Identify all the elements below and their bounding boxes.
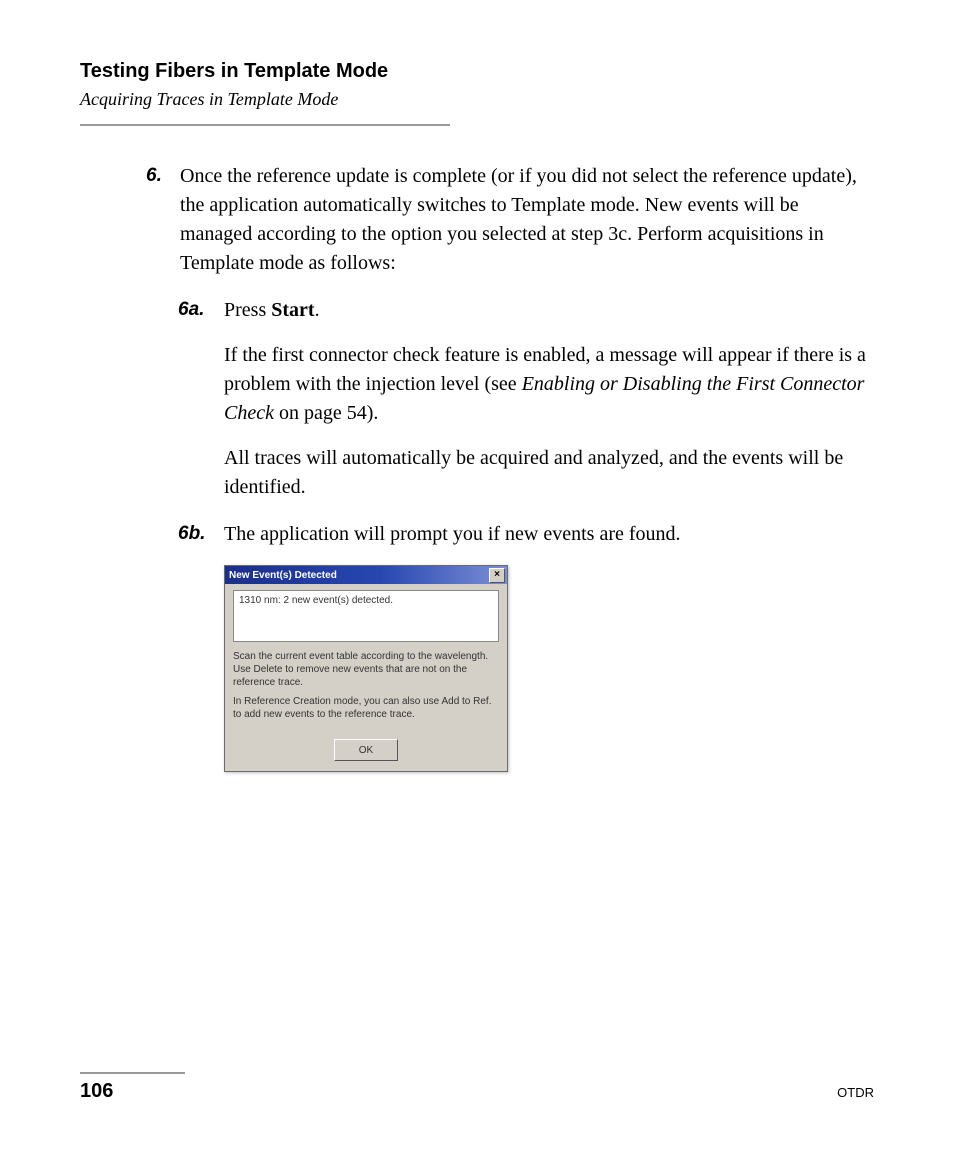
dialog-msg-1: Scan the current event table according t… [233,650,499,689]
dialog-detected-box: 1310 nm: 2 new event(s) detected. [233,590,499,642]
section-title: Acquiring Traces in Template Mode [80,89,874,110]
footer-rule [80,1072,185,1074]
step-6: 6. Once the reference update is complete… [180,162,874,278]
page-number: 106 [80,1080,113,1103]
dialog-title: New Event(s) Detected [229,569,337,582]
close-icon: × [494,570,500,580]
detected-text: 1310 nm: 2 new event(s) detected. [239,595,393,606]
step-6a-para2: If the first connector check feature is … [224,341,874,428]
dialog-body: 1310 nm: 2 new event(s) detected. Scan t… [225,584,507,771]
step-number: 6. [146,162,162,190]
substep-number: 6b. [178,520,205,548]
start-label: Start [271,299,314,321]
footer-row: 106 OTDR [80,1080,874,1103]
ok-label: OK [359,744,373,757]
step-text: Once the reference update is complete (o… [180,162,874,278]
page-footer: 106 OTDR [80,1072,874,1103]
close-button[interactable]: × [489,568,505,583]
page: Testing Fibers in Template Mode Acquirin… [0,0,954,1159]
substeps: 6a. Press Start. If the first connector … [224,296,874,772]
step-6a-line1: Press Start. [224,296,874,325]
dialog-new-events: New Event(s) Detected × 1310 nm: 2 new e… [224,565,508,772]
chapter-title: Testing Fibers in Template Mode [80,60,874,83]
dialog-msg-2: In Reference Creation mode, you can also… [233,695,499,721]
substep-text: The application will prompt you if new e… [224,520,874,772]
dialog-titlebar: New Event(s) Detected × [225,566,507,584]
body-content: 6. Once the reference update is complete… [180,162,874,772]
text-fragment: on page 54). [274,402,378,424]
ok-button[interactable]: OK [334,739,398,761]
text-fragment: . [315,299,320,321]
substep-number: 6a. [178,296,204,324]
substep-text: Press Start. If the first connector chec… [224,296,874,502]
dialog-button-row: OK [233,727,499,761]
doc-label: OTDR [837,1085,874,1100]
step-6b-text: The application will prompt you if new e… [224,520,874,549]
step-6a-para3: All traces will automatically be acquire… [224,444,874,502]
step-6a: 6a. Press Start. If the first connector … [224,296,874,502]
step-6b: 6b. The application will prompt you if n… [224,520,874,772]
header-rule [80,124,450,126]
text-fragment: Press [224,299,271,321]
